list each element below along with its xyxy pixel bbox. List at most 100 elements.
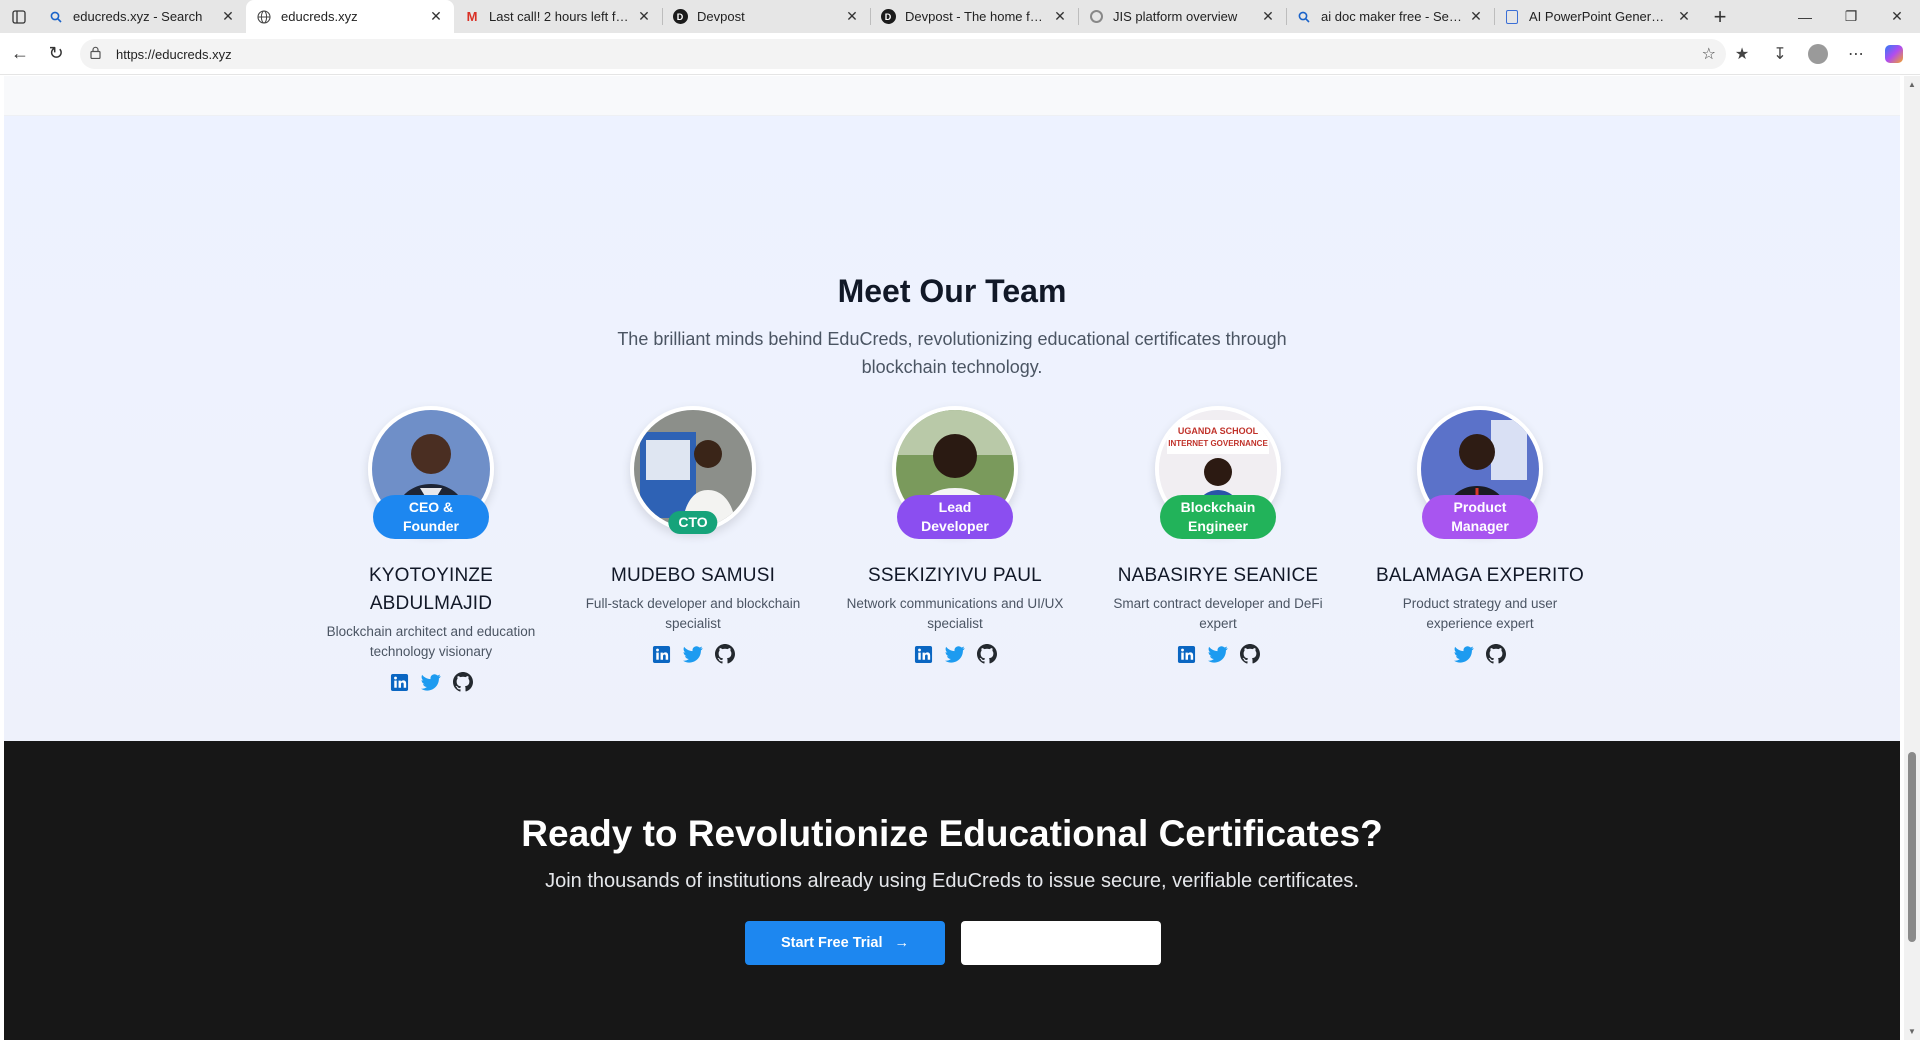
tab-title: ai doc maker free - Search [1321, 9, 1462, 24]
member-name: KYOTOYINZE ABDULMAJID [368, 565, 494, 614]
profile-avatar[interactable] [1800, 36, 1836, 72]
window-controls: — ❐ ✕ [1782, 0, 1920, 33]
role-badge: Lead Developer [897, 495, 1013, 539]
svg-text:INTERNET GOVERNANCE: INTERNET GOVERNANCE [1168, 439, 1268, 448]
tab-title: educreds.xyz [281, 9, 358, 24]
twitter-icon[interactable] [421, 672, 441, 692]
scroll-up-icon[interactable]: ▲ [1904, 80, 1920, 89]
back-icon[interactable]: ← [2, 36, 38, 72]
page-scrollbar[interactable]: ▲ ▼ [1904, 76, 1920, 1040]
tab-title: JIS platform overview [1113, 9, 1238, 24]
team-member-card: CEO & Founder KYOTOYINZE ABDULMAJID Blockc… [313, 406, 549, 692]
social-links [1100, 644, 1336, 664]
site-info-icon[interactable] [90, 46, 106, 62]
cta-section: Ready to Revolutionize Educational Certi… [4, 741, 1900, 1040]
linkedin-icon[interactable] [1176, 644, 1196, 664]
github-icon[interactable] [977, 644, 997, 664]
github-icon[interactable] [715, 644, 735, 664]
close-tab-icon[interactable]: ✕ [220, 8, 236, 25]
linkedin-icon[interactable] [913, 644, 933, 664]
more-menu-icon[interactable]: ⋯ [1838, 36, 1874, 72]
cta-heading: Ready to Revolutionize Educational Certi… [521, 813, 1383, 854]
browser-tab[interactable]: educreds.xyz ✕ [246, 0, 454, 33]
social-links [837, 644, 1073, 664]
close-tab-icon[interactable]: ✕ [1260, 8, 1276, 25]
linkedin-icon[interactable] [651, 644, 671, 664]
close-tab-icon[interactable]: ✕ [1468, 8, 1484, 25]
new-tab-button[interactable]: + [1702, 0, 1738, 33]
twitter-icon[interactable] [1454, 644, 1474, 664]
close-window-icon[interactable]: ✕ [1874, 0, 1920, 33]
social-links [1362, 644, 1598, 664]
close-tab-icon[interactable]: ✕ [428, 8, 444, 25]
role-badge: Blockchain Engineer [1160, 495, 1276, 539]
globe-icon [256, 9, 272, 25]
browser-tab[interactable]: educreds.xyz - Search ✕ [38, 0, 246, 33]
secondary-cta-button[interactable] [961, 921, 1161, 965]
address-bar[interactable]: https://educreds.xyz ☆ [80, 39, 1726, 69]
github-icon[interactable] [1486, 644, 1506, 664]
start-free-trial-button[interactable]: Start Free Trial → [745, 921, 945, 965]
search-icon [1296, 9, 1312, 25]
team-member-card: UGANDA SCHOOL INTERNET GOVERNANCE Blockcha… [1100, 406, 1336, 664]
minimize-icon[interactable]: — [1782, 0, 1828, 33]
member-description: Blockchain architect and education techn… [326, 624, 536, 659]
page-viewport: Meet Our Team The brilliant minds behind… [0, 76, 1920, 1040]
role-badge: CTO [668, 511, 718, 534]
close-tab-icon[interactable]: ✕ [1676, 8, 1692, 25]
browser-tab[interactable]: M Last call! 2 hours left for lat ✕ [454, 0, 662, 33]
gmail-icon: M [466, 9, 478, 24]
doc-icon [1504, 9, 1520, 25]
member-description: Smart contract developer and DeFi expert [1113, 596, 1323, 631]
team-member-card: Lead Developer SSEKIZIYIVU PAUL Network co… [837, 406, 1073, 664]
restore-icon[interactable]: ❐ [1828, 0, 1874, 33]
favorite-star-icon[interactable]: ☆ [1702, 44, 1716, 64]
team-subtitle: The brilliant minds behind EduCreds, rev… [617, 329, 1287, 377]
tab-title: Last call! 2 hours left for lat [489, 9, 630, 24]
toolbar-actions: ★ ↧ ⋯ [1724, 36, 1912, 72]
member-name: BALAMAGA EXPERITO [1376, 565, 1584, 586]
scrollbar-thumb[interactable] [1908, 752, 1916, 942]
member-name: SSEKIZIYIVU PAUL [868, 565, 1042, 586]
social-links [575, 644, 811, 664]
browser-tab[interactable]: JIS platform overview ✕ [1078, 0, 1286, 33]
member-name: NABASIRYE SEANICE [1117, 565, 1319, 586]
close-tab-icon[interactable]: ✕ [636, 8, 652, 25]
browser-tab[interactable]: ai doc maker free - Search ✕ [1286, 0, 1494, 33]
downloads-icon[interactable]: ↧ [1762, 36, 1798, 72]
tab-actions-icon[interactable] [0, 0, 38, 33]
browser-tab[interactable]: AI PowerPoint Generator - ✕ [1494, 0, 1702, 33]
twitter-icon[interactable] [1208, 644, 1228, 664]
social-links [313, 672, 549, 692]
tab-title: educreds.xyz - Search [73, 9, 203, 24]
twitter-icon[interactable] [945, 644, 965, 664]
team-section: Meet Our Team The brilliant minds behind… [4, 116, 1900, 741]
tab-title: AI PowerPoint Generator - [1529, 9, 1670, 24]
tab-strip: educreds.xyz - Search ✕ educreds.xyz ✕ M Last… [0, 0, 1920, 33]
search-icon [48, 9, 64, 25]
browser-tab[interactable]: D Devpost ✕ [662, 0, 870, 33]
github-icon[interactable] [453, 672, 473, 692]
role-badge: CEO & Founder [373, 495, 489, 539]
scroll-down-icon[interactable]: ▼ [1904, 1027, 1920, 1036]
arrow-right-icon: → [894, 935, 910, 951]
tab-title: Devpost [697, 9, 745, 24]
team-member-card: Product Manager BALAMAGA EXPERITO Product … [1362, 406, 1598, 664]
refresh-icon[interactable]: ↻ [38, 36, 74, 72]
linkedin-icon[interactable] [389, 672, 409, 692]
devpost-icon: D [880, 9, 896, 25]
svg-text:UGANDA SCHOOL: UGANDA SCHOOL [1178, 426, 1259, 436]
close-tab-icon[interactable]: ✕ [844, 8, 860, 25]
twitter-icon[interactable] [683, 644, 703, 664]
member-description: Network communications and UI/UX special… [846, 596, 1064, 631]
close-tab-icon[interactable]: ✕ [1052, 8, 1068, 25]
cta-subtitle: Join thousands of institutions already u… [545, 870, 1359, 892]
browser-tab[interactable]: D Devpost - The home for ha ✕ [870, 0, 1078, 33]
previous-section-edge [4, 76, 1900, 116]
favorites-icon[interactable]: ★ [1724, 36, 1760, 72]
github-icon[interactable] [1240, 644, 1260, 664]
copilot-icon[interactable] [1876, 36, 1912, 72]
browser-toolbar: ← ↻ https://educreds.xyz ☆ ★ ↧ ⋯ [0, 33, 1920, 75]
team-member-card: CTO MUDEBO SAMUSI Full-stack developer and… [575, 406, 811, 664]
team-heading: Meet Our Team [837, 273, 1067, 309]
